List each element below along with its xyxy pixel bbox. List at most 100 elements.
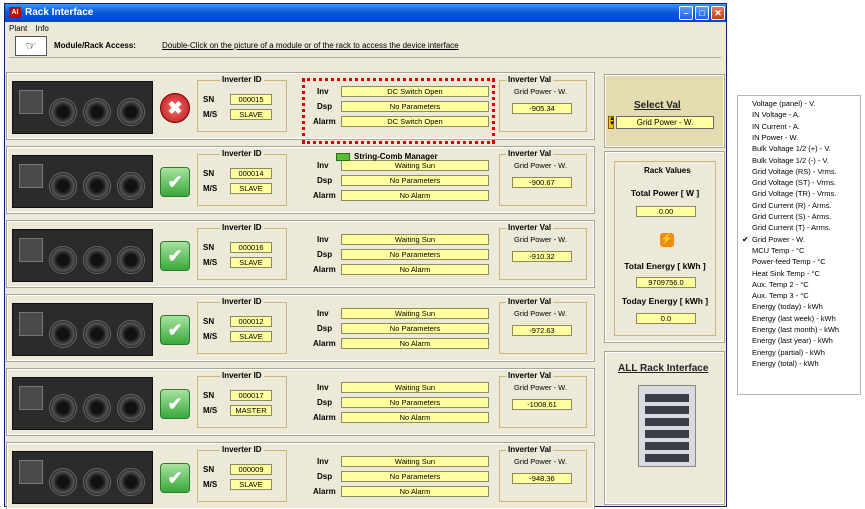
checkmark-icon[interactable]: ✔: [160, 463, 190, 493]
ms-label: M/S: [203, 480, 218, 489]
message-group: Inv Waiting Sun Dsp No Parameters Alarm …: [299, 299, 494, 359]
dropdown-option[interactable]: Grid Voltage (RS) - Vrms.: [752, 167, 837, 176]
select-val-dropdown[interactable]: Grid Power - W.: [616, 116, 714, 129]
inv-label: Inv: [317, 457, 329, 466]
select-spinner-icon[interactable]: ▲ ▼: [608, 116, 615, 129]
dropdown-option[interactable]: Aux. Temp 2 - °C: [752, 280, 809, 289]
inverter-val-group: Inverter Val Grid Power - W. -905.34: [499, 75, 587, 132]
rack-shelf: [645, 394, 689, 402]
checkmark-icon[interactable]: ✔: [160, 241, 190, 271]
module-panel: [19, 90, 43, 114]
total-energy-value: 9709756.0: [636, 277, 696, 288]
dropdown-option[interactable]: Energy (total) - kWh: [752, 359, 819, 368]
module-row: ✔ Inverter ID SN 000009 M/S SLAVE Inv Wa…: [6, 442, 595, 509]
inv-label: Inv: [317, 161, 329, 170]
module-image[interactable]: [12, 377, 153, 430]
today-energy-value: 0.0: [636, 313, 696, 324]
sn-label: SN: [203, 317, 215, 326]
dropdown-option[interactable]: Bulk Voltage 1/2 (+) - V.: [752, 144, 831, 153]
ms-value: SLAVE: [230, 257, 272, 268]
rack-values-title: Rack Values: [644, 166, 691, 175]
message-group: Inv Waiting Sun Dsp No Parameters Alarm …: [299, 225, 494, 285]
dsp-label: Dsp: [317, 176, 333, 185]
inv-value: Waiting Sun: [341, 160, 489, 171]
total-energy-label: Total Energy [ kWh ]: [624, 261, 706, 271]
inverter-val-title: Inverter Val: [506, 149, 554, 158]
dropdown-option[interactable]: Energy (today) - kWh: [752, 302, 823, 311]
minimize-button[interactable]: –: [679, 6, 693, 20]
sn-label: SN: [203, 169, 215, 178]
message-group: Inv Waiting Sun Dsp No Parameters Alarm …: [299, 447, 494, 507]
access-instructions: Double-Click on the picture of a module …: [162, 41, 459, 50]
fan-icon: [49, 468, 77, 496]
title-bar[interactable]: AI Rack Interface – □ ✕: [5, 4, 726, 22]
total-power-label: Total Power [ W ]: [630, 188, 700, 198]
module-image[interactable]: [12, 155, 153, 208]
menu-plant[interactable]: Plant: [9, 24, 27, 33]
dropdown-option[interactable]: Energy (partial) - kWh: [752, 348, 825, 357]
error-icon[interactable]: ✖: [160, 93, 190, 123]
alarm-label: Alarm: [313, 339, 336, 348]
checkmark-icon[interactable]: ✔: [160, 389, 190, 419]
dsp-label: Dsp: [317, 324, 333, 333]
module-image[interactable]: [12, 81, 153, 134]
sn-value: 000016: [230, 242, 272, 253]
fan-icon: [49, 98, 77, 126]
close-button[interactable]: ✕: [711, 6, 725, 20]
rack-image[interactable]: [638, 385, 696, 467]
maximize-button[interactable]: □: [695, 6, 709, 20]
dropdown-option[interactable]: Grid Current (T) - Arms.: [752, 223, 831, 232]
dropdown-option[interactable]: Grid Voltage (ST) - Vrms.: [752, 178, 836, 187]
dropdown-option[interactable]: IN Power - W.: [752, 133, 798, 142]
checkmark-icon[interactable]: ✔: [160, 315, 190, 345]
fan-icon: [83, 394, 111, 422]
dropdown-option[interactable]: Grid Current (R) - Arms.: [752, 201, 832, 210]
module-image[interactable]: [12, 229, 153, 282]
module-image[interactable]: [12, 303, 153, 356]
inverter-val-title: Inverter Val: [506, 75, 554, 84]
all-rack-title[interactable]: ALL Rack Interface: [618, 363, 708, 374]
dropdown-option[interactable]: Bulk Voltage 1/2 (-) - V.: [752, 156, 829, 165]
dropdown-option[interactable]: MCU Temp - °C: [752, 246, 804, 255]
inverter-id-title: Inverter ID: [220, 223, 264, 232]
grid-power-label: Grid Power - W.: [514, 309, 567, 318]
alarm-value: No Alarm: [341, 264, 489, 275]
inverter-id-title: Inverter ID: [220, 149, 264, 158]
dropdown-option[interactable]: Power-feed Temp - °C: [752, 257, 826, 266]
status-led-icon: [336, 152, 350, 161]
inverter-id-title: Inverter ID: [220, 371, 264, 380]
rack-shelf: [645, 430, 689, 438]
module-image[interactable]: [12, 451, 153, 504]
module-row: ✔ Inverter ID SN 000016 M/S SLAVE Inv Wa…: [6, 220, 595, 288]
energy-icon: ⚡: [660, 233, 674, 247]
fan-icon: [83, 468, 111, 496]
dropdown-option[interactable]: IN Voltage - A.: [752, 110, 800, 119]
dropdown-option[interactable]: IN Current - A.: [752, 122, 800, 131]
dsp-label: Dsp: [317, 472, 333, 481]
dropdown-option[interactable]: Heat Sink Temp - °C: [752, 269, 820, 278]
dropdown-option[interactable]: Energy (last week) - kWh: [752, 314, 836, 323]
inverter-val-group: Inverter Val Grid Power - W. -972.63: [499, 297, 587, 354]
inverter-value: -1008.61: [512, 399, 572, 410]
rack-shelf: [645, 454, 689, 462]
dropdown-option[interactable]: Grid Voltage (TR) - Vrms.: [752, 189, 836, 198]
fan-icon: [117, 468, 145, 496]
dropdown-option[interactable]: Aux. Temp 3 - °C: [752, 291, 809, 300]
checkmark-icon[interactable]: ✔: [160, 167, 190, 197]
inverter-val-title: Inverter Val: [506, 223, 554, 232]
ms-label: M/S: [203, 258, 218, 267]
sn-value: 000009: [230, 464, 272, 475]
module-row: ✔ Inverter ID SN 000012 M/S SLAVE Inv Wa…: [6, 294, 595, 362]
module-panel: [19, 238, 43, 262]
dropdown-option[interactable]: Grid Current (S) - Arms.: [752, 212, 831, 221]
dropdown-option[interactable]: Grid Power - W.: [752, 235, 805, 244]
dropdown-option[interactable]: Voltage (panel) - V.: [752, 99, 816, 108]
dropdown-option[interactable]: Energy (last year) - kWh: [752, 336, 833, 345]
ms-value: SLAVE: [230, 183, 272, 194]
checkmark-icon: ✔: [742, 234, 749, 244]
alarm-label: Alarm: [313, 413, 336, 422]
sn-value: 000014: [230, 168, 272, 179]
menu-info[interactable]: Info: [35, 24, 48, 33]
ms-label: M/S: [203, 406, 218, 415]
dropdown-option[interactable]: Energy (last month) - kWh: [752, 325, 839, 334]
